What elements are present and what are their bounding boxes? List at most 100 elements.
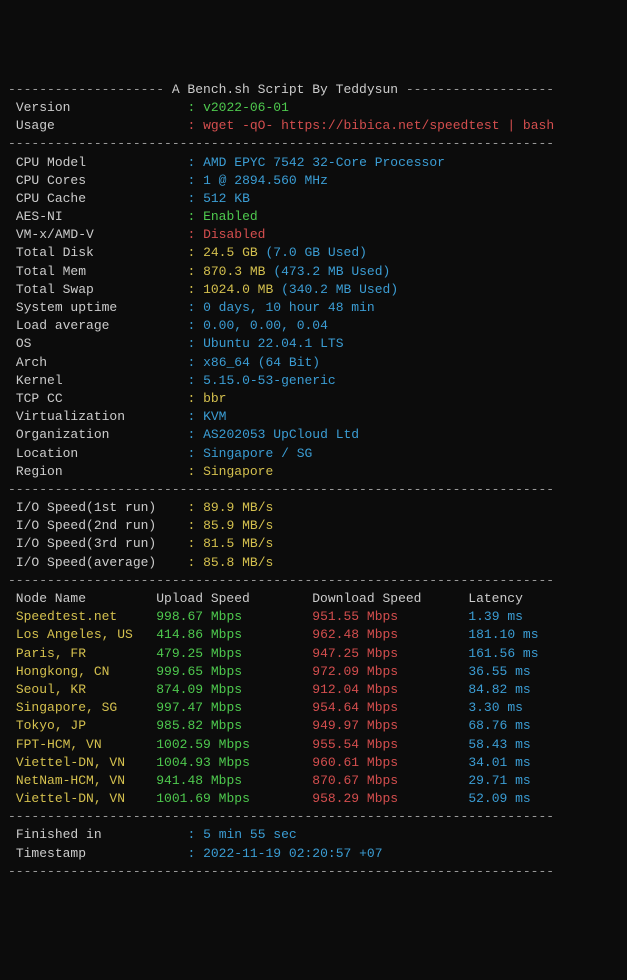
colon: : [187, 391, 195, 406]
divider: ------------------- [398, 82, 554, 97]
speedtest-download: 951.55 Mbps [312, 609, 468, 624]
speedtest-upload: 985.82 Mbps [156, 718, 312, 733]
speedtest-node: Singapore, SG [16, 700, 156, 715]
loc-label: Location [16, 446, 78, 461]
colon: : [187, 118, 195, 133]
divider: ----------------------------------------… [8, 809, 554, 824]
load-value: 0.00, 0.00, 0.04 [203, 318, 328, 333]
speedtest-download: 960.61 Mbps [312, 755, 468, 770]
aes-value: Enabled [203, 209, 258, 224]
io-run1-value: 89.9 MB/s [203, 500, 273, 515]
colon: : [187, 100, 195, 115]
colon: : [187, 282, 195, 297]
script-title: A Bench.sh Script By Teddysun [172, 82, 398, 97]
speedtest-download: 958.29 Mbps [312, 791, 468, 806]
speedtest-node: Speedtest.net [16, 609, 156, 624]
speedtest-upload: 999.65 Mbps [156, 664, 312, 679]
speedtest-download: 954.64 Mbps [312, 700, 468, 715]
colon: : [187, 500, 195, 515]
speedtest-node: FPT-HCM, VN [16, 737, 156, 752]
virt-value: KVM [203, 409, 226, 424]
usage-value: wget -qO- https://bibica.net/speedtest |… [203, 118, 554, 133]
cpu-cache-value: 512 KB [203, 191, 250, 206]
speedtest-node: Seoul, KR [16, 682, 156, 697]
disk-value: 24.5 GB [203, 245, 258, 260]
colon: : [187, 355, 195, 370]
region-value: Singapore [203, 464, 273, 479]
speedtest-download: 947.25 Mbps [312, 646, 468, 661]
swap-value: 1024.0 MB [203, 282, 273, 297]
colon: : [187, 409, 195, 424]
colon: : [187, 427, 195, 442]
colon: : [187, 336, 195, 351]
swap-label: Total Swap [16, 282, 94, 297]
speedtest-upload: 1001.69 Mbps [156, 791, 312, 806]
colon: : [187, 155, 195, 170]
io-run3-value: 81.5 MB/s [203, 536, 273, 551]
speedtest-upload: 414.86 Mbps [156, 627, 312, 642]
speedtest-upload: 997.47 Mbps [156, 700, 312, 715]
tcp-value: bbr [203, 391, 226, 406]
speedtest-download: 870.67 Mbps [312, 773, 468, 788]
speedtest-latency: 84.82 ms [468, 682, 530, 697]
cpu-cache-label: CPU Cache [16, 191, 86, 206]
speedtest-latency: 58.43 ms [468, 737, 530, 752]
kernel-label: Kernel [16, 373, 63, 388]
colon: : [187, 536, 195, 551]
load-label: Load average [16, 318, 110, 333]
speedtest-download: 949.97 Mbps [312, 718, 468, 733]
colon: : [187, 464, 195, 479]
io-run3-label: I/O Speed(3rd run) [16, 536, 156, 551]
speedtest-latency: 181.10 ms [468, 627, 538, 642]
speedtest-latency: 1.39 ms [468, 609, 523, 624]
speedtest-upload: 1004.93 Mbps [156, 755, 312, 770]
colon: : [187, 245, 195, 260]
speedtest-node: NetNam-HCM, VN [16, 773, 156, 788]
speedtest-download: 955.54 Mbps [312, 737, 468, 752]
speedtest-latency: 29.71 ms [468, 773, 530, 788]
speedtest-node: Viettel-DN, VN [16, 791, 156, 806]
speedtest-latency: 68.76 ms [468, 718, 530, 733]
swap-used: (340.2 MB Used) [281, 282, 398, 297]
divider: ----------------------------------------… [8, 573, 554, 588]
mem-used: (473.2 MB Used) [273, 264, 390, 279]
virt-label: Virtualization [16, 409, 125, 424]
speedtest-latency: 52.09 ms [468, 791, 530, 806]
mem-value: 870.3 MB [203, 264, 265, 279]
arch-label: Arch [16, 355, 47, 370]
timestamp-label: Timestamp [16, 846, 86, 861]
colon: : [187, 318, 195, 333]
timestamp-value: 2022-11-19 02:20:57 +07 [203, 846, 382, 861]
speedtest-node: Viettel-DN, VN [16, 755, 156, 770]
loc-value: Singapore / SG [203, 446, 312, 461]
speedtest-node: Paris, FR [16, 646, 156, 661]
speedtest-latency: 34.01 ms [468, 755, 530, 770]
uptime-label: System uptime [16, 300, 117, 315]
speedtest-node: Los Angeles, US [16, 627, 156, 642]
speedtest-table: Node Name Upload Speed Download Speed La… [8, 590, 619, 808]
io-run2-value: 85.9 MB/s [203, 518, 273, 533]
speedtest-latency: 3.30 ms [468, 700, 523, 715]
colon: : [187, 227, 195, 242]
colon: : [187, 209, 195, 224]
version-label: Version [16, 100, 71, 115]
speedtest-download: 972.09 Mbps [312, 664, 468, 679]
io-avg-value: 85.8 MB/s [203, 555, 273, 570]
colon: : [187, 846, 195, 861]
divider: ----------------------------------------… [8, 482, 554, 497]
mem-label: Total Mem [16, 264, 86, 279]
arch-value: x86_64 (64 Bit) [203, 355, 320, 370]
colon: : [187, 191, 195, 206]
org-label: Organization [16, 427, 110, 442]
speedtest-latency: 161.56 ms [468, 646, 538, 661]
colon: : [187, 555, 195, 570]
os-value: Ubuntu 22.04.1 LTS [203, 336, 343, 351]
divider: ----------------------------------------… [8, 136, 554, 151]
speedtest-upload: 874.09 Mbps [156, 682, 312, 697]
version-value: v2022-06-01 [203, 100, 289, 115]
aes-label: AES-NI [16, 209, 63, 224]
speedtest-download: 912.04 Mbps [312, 682, 468, 697]
colon: : [187, 518, 195, 533]
kernel-value: 5.15.0-53-generic [203, 373, 336, 388]
vmx-label: VM-x/AMD-V [16, 227, 94, 242]
